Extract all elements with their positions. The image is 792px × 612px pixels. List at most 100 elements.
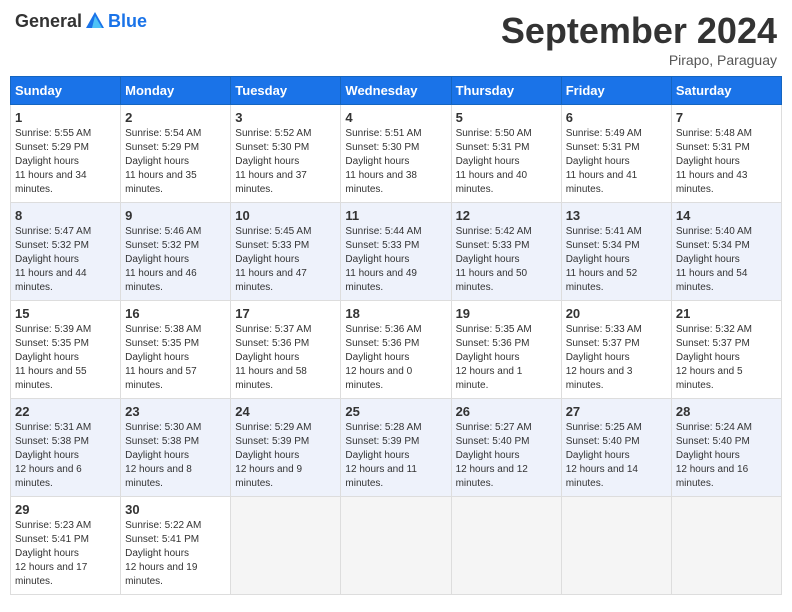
calendar-cell: 10 Sunrise: 5:45 AMSunset: 5:33 PMDayligh… xyxy=(231,203,341,301)
month-title: September 2024 xyxy=(501,10,777,52)
header-sunday: Sunday xyxy=(11,77,121,105)
day-number: 19 xyxy=(456,306,557,321)
calendar-cell: 24 Sunrise: 5:29 AMSunset: 5:39 PMDayligh… xyxy=(231,399,341,497)
day-number: 9 xyxy=(125,208,226,223)
day-info: Sunrise: 5:55 AMSunset: 5:29 PMDaylight … xyxy=(15,127,116,197)
day-number: 8 xyxy=(15,208,116,223)
day-info: Sunrise: 5:29 AMSunset: 5:39 PMDaylight … xyxy=(235,421,336,491)
calendar-cell: 12 Sunrise: 5:42 AMSunset: 5:33 PMDayligh… xyxy=(451,203,561,301)
calendar-cell: 30Sunrise: 5:22 AMSunset: 5:41 PMDayligh… xyxy=(121,497,231,595)
calendar-cell xyxy=(341,497,451,595)
header-saturday: Saturday xyxy=(671,77,781,105)
day-number: 24 xyxy=(235,404,336,419)
calendar-header-row: SundayMondayTuesdayWednesdayThursdayFrid… xyxy=(11,77,782,105)
calendar-cell: 2 Sunrise: 5:54 AMSunset: 5:29 PMDaylight… xyxy=(121,105,231,203)
day-info: Sunrise: 5:28 AMSunset: 5:39 PMDaylight … xyxy=(345,421,446,491)
calendar-cell: 18 Sunrise: 5:36 AMSunset: 5:36 PMDayligh… xyxy=(341,301,451,399)
calendar-cell: 26Sunrise: 5:27 AMSunset: 5:40 PMDayligh… xyxy=(451,399,561,497)
day-info: Sunrise: 5:24 AMSunset: 5:40 PMDaylight … xyxy=(676,421,777,491)
calendar-cell xyxy=(231,497,341,595)
calendar-cell: 29 Sunrise: 5:23 AMSunset: 5:41 PMDayligh… xyxy=(11,497,121,595)
day-info: Sunrise: 5:42 AMSunset: 5:33 PMDaylight … xyxy=(456,225,557,295)
day-info: Sunrise: 5:54 AMSunset: 5:29 PMDaylight … xyxy=(125,127,226,197)
calendar-cell: 3Sunrise: 5:52 AMSunset: 5:30 PMDaylight… xyxy=(231,105,341,203)
logo-general: General xyxy=(15,11,82,32)
calendar-cell: 16 Sunrise: 5:38 AMSunset: 5:35 PMDayligh… xyxy=(121,301,231,399)
day-number: 10 xyxy=(235,208,336,223)
calendar-cell: 20 Sunrise: 5:33 AMSunset: 5:37 PMDayligh… xyxy=(561,301,671,399)
calendar-table: SundayMondayTuesdayWednesdayThursdayFrid… xyxy=(10,76,782,595)
day-number: 11 xyxy=(345,208,446,223)
day-number: 16 xyxy=(125,306,226,321)
header-wednesday: Wednesday xyxy=(341,77,451,105)
day-number: 29 xyxy=(15,502,116,517)
day-info: Sunrise: 5:41 AMSunset: 5:34 PMDaylight … xyxy=(566,225,667,295)
page-header: General Blue September 2024 Pirapo, Para… xyxy=(10,10,782,68)
day-info: Sunrise: 5:52 AMSunset: 5:30 PMDaylight … xyxy=(235,127,336,197)
header-thursday: Thursday xyxy=(451,77,561,105)
day-info: Sunrise: 5:32 AMSunset: 5:37 PMDaylight … xyxy=(676,323,777,393)
logo: General Blue xyxy=(15,10,147,32)
calendar-cell xyxy=(671,497,781,595)
week-row-5: 29 Sunrise: 5:23 AMSunset: 5:41 PMDayligh… xyxy=(11,497,782,595)
day-info: Sunrise: 5:35 AMSunset: 5:36 PMDaylight … xyxy=(456,323,557,393)
day-number: 15 xyxy=(15,306,116,321)
day-info: Sunrise: 5:46 AMSunset: 5:32 PMDaylight … xyxy=(125,225,226,295)
calendar-cell: 1 Sunrise: 5:55 AMSunset: 5:29 PMDaylight… xyxy=(11,105,121,203)
calendar-cell: 14Sunrise: 5:40 AMSunset: 5:34 PMDayligh… xyxy=(671,203,781,301)
day-number: 2 xyxy=(125,110,226,125)
calendar-cell: 19 Sunrise: 5:35 AMSunset: 5:36 PMDayligh… xyxy=(451,301,561,399)
day-info: Sunrise: 5:39 AMSunset: 5:35 PMDaylight … xyxy=(15,323,116,393)
day-number: 12 xyxy=(456,208,557,223)
calendar-cell: 4 Sunrise: 5:51 AMSunset: 5:30 PMDaylight… xyxy=(341,105,451,203)
calendar-cell: 15 Sunrise: 5:39 AMSunset: 5:35 PMDayligh… xyxy=(11,301,121,399)
logo-blue: Blue xyxy=(108,11,147,32)
day-info: Sunrise: 5:36 AMSunset: 5:36 PMDaylight … xyxy=(345,323,446,393)
calendar-cell: 6 Sunrise: 5:49 AMSunset: 5:31 PMDaylight… xyxy=(561,105,671,203)
week-row-1: 1 Sunrise: 5:55 AMSunset: 5:29 PMDaylight… xyxy=(11,105,782,203)
week-row-4: 22Sunrise: 5:31 AMSunset: 5:38 PMDayligh… xyxy=(11,399,782,497)
day-info: Sunrise: 5:37 AMSunset: 5:36 PMDaylight … xyxy=(235,323,336,393)
calendar-cell: 27 Sunrise: 5:25 AMSunset: 5:40 PMDayligh… xyxy=(561,399,671,497)
day-number: 18 xyxy=(345,306,446,321)
day-number: 27 xyxy=(566,404,667,419)
day-number: 21 xyxy=(676,306,777,321)
calendar-cell: 5Sunrise: 5:50 AMSunset: 5:31 PMDaylight… xyxy=(451,105,561,203)
day-info: Sunrise: 5:38 AMSunset: 5:35 PMDaylight … xyxy=(125,323,226,393)
calendar-cell: 8 Sunrise: 5:47 AMSunset: 5:32 PMDaylight… xyxy=(11,203,121,301)
day-number: 5 xyxy=(456,110,557,125)
day-number: 7 xyxy=(676,110,777,125)
calendar-cell: 22Sunrise: 5:31 AMSunset: 5:38 PMDayligh… xyxy=(11,399,121,497)
logo-icon xyxy=(84,10,106,32)
calendar-cell: 11 Sunrise: 5:44 AMSunset: 5:33 PMDayligh… xyxy=(341,203,451,301)
day-info: Sunrise: 5:45 AMSunset: 5:33 PMDaylight … xyxy=(235,225,336,295)
day-number: 6 xyxy=(566,110,667,125)
day-info: Sunrise: 5:51 AMSunset: 5:30 PMDaylight … xyxy=(345,127,446,197)
day-number: 23 xyxy=(125,404,226,419)
day-number: 1 xyxy=(15,110,116,125)
calendar-cell: 25 Sunrise: 5:28 AMSunset: 5:39 PMDayligh… xyxy=(341,399,451,497)
calendar-cell xyxy=(451,497,561,595)
day-number: 20 xyxy=(566,306,667,321)
day-info: Sunrise: 5:23 AMSunset: 5:41 PMDaylight … xyxy=(15,519,116,589)
day-info: Sunrise: 5:44 AMSunset: 5:33 PMDaylight … xyxy=(345,225,446,295)
header-monday: Monday xyxy=(121,77,231,105)
day-info: Sunrise: 5:25 AMSunset: 5:40 PMDaylight … xyxy=(566,421,667,491)
calendar-cell: 21 Sunrise: 5:32 AMSunset: 5:37 PMDayligh… xyxy=(671,301,781,399)
day-number: 4 xyxy=(345,110,446,125)
calendar-cell: 28 Sunrise: 5:24 AMSunset: 5:40 PMDayligh… xyxy=(671,399,781,497)
day-number: 25 xyxy=(345,404,446,419)
day-info: Sunrise: 5:22 AMSunset: 5:41 PMDaylight … xyxy=(125,519,226,589)
day-number: 28 xyxy=(676,404,777,419)
day-info: Sunrise: 5:30 AMSunset: 5:38 PMDaylight … xyxy=(125,421,226,491)
day-info: Sunrise: 5:31 AMSunset: 5:38 PMDaylight … xyxy=(15,421,116,491)
day-info: Sunrise: 5:40 AMSunset: 5:34 PMDaylight … xyxy=(676,225,777,295)
day-info: Sunrise: 5:33 AMSunset: 5:37 PMDaylight … xyxy=(566,323,667,393)
day-info: Sunrise: 5:47 AMSunset: 5:32 PMDaylight … xyxy=(15,225,116,295)
header-tuesday: Tuesday xyxy=(231,77,341,105)
day-info: Sunrise: 5:49 AMSunset: 5:31 PMDaylight … xyxy=(566,127,667,197)
day-info: Sunrise: 5:48 AMSunset: 5:31 PMDaylight … xyxy=(676,127,777,197)
day-number: 13 xyxy=(566,208,667,223)
location-subtitle: Pirapo, Paraguay xyxy=(501,52,777,68)
week-row-2: 8 Sunrise: 5:47 AMSunset: 5:32 PMDaylight… xyxy=(11,203,782,301)
